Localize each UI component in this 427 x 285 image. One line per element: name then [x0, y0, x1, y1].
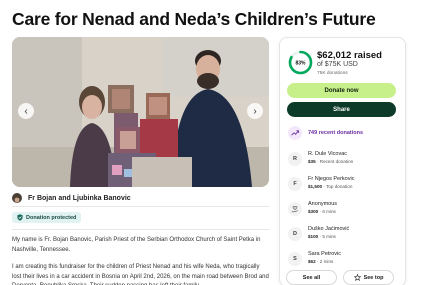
donation-item: D Duško Jaćimović $100 · 5 mins: [288, 223, 400, 247]
donor-name: Sara Petrovic: [308, 251, 342, 257]
donation-amount: $100: [308, 234, 319, 239]
donation-note: 2 mins: [319, 259, 334, 264]
donation-note: 6 mins: [322, 209, 336, 214]
divider: [12, 206, 269, 207]
donor-name: Fr Njegos Perkovic: [308, 176, 355, 182]
donation-item: R R. Dule Vicovac $35 · Recent donation: [288, 148, 400, 172]
hand-heart-icon: [288, 202, 302, 216]
donation-protected-badge[interactable]: Donation protected: [12, 212, 82, 223]
donor-name: Duško Jaćimović: [308, 226, 350, 232]
organizer-name[interactable]: Fr Bojan and Ljubinka Banovic: [28, 195, 131, 202]
story-paragraph-2: I am creating this fundraiser for the ch…: [12, 264, 269, 285]
donation-protected-label: Donation protected: [26, 214, 77, 221]
donation-amount: $1,500: [308, 184, 323, 189]
divider: [12, 229, 269, 230]
campaign-title: Care for Nenad and Neda’s Children’s Fut…: [12, 9, 376, 29]
progress-ring: 83%: [288, 50, 313, 75]
story-paragraph-1: My name is Fr. Bojan Banovic, Parish Pri…: [12, 237, 261, 253]
donation-amount: $300: [308, 209, 319, 214]
donation-amount: $35: [308, 159, 316, 164]
photo-prev-arrow-icon[interactable]: ‹: [18, 103, 34, 119]
donor-avatar: D: [288, 227, 302, 241]
organizer[interactable]: Fr Bojan and Ljubinka Banovic: [12, 193, 131, 203]
donor-avatar: S: [288, 252, 302, 266]
shield-icon: [17, 214, 23, 221]
donation-detail: $35 · Recent donation: [308, 159, 354, 164]
photo-next-arrow-icon[interactable]: ›: [247, 103, 263, 119]
donation-card: 83% $62,012 raised of $75K USD 75K donat…: [279, 37, 406, 285]
donation-amount: $62: [308, 259, 316, 264]
donor-avatar: R: [288, 152, 302, 166]
donation-item: S Sara Petrovic $62 · 2 mins: [288, 248, 400, 272]
see-all-button[interactable]: See all: [286, 270, 337, 285]
organizer-avatar: [12, 193, 22, 203]
recent-donations-summary: 749 recent donations: [288, 126, 363, 140]
donations-count: 75K donations: [317, 71, 348, 76]
trending-up-icon: [288, 126, 302, 140]
progress-percent: 83%: [295, 60, 306, 66]
donation-item: F Fr Njegos Perkovic $1,500 · Top donati…: [288, 173, 400, 197]
star-icon: [353, 274, 361, 281]
recent-donations-label: 749 recent donations: [308, 130, 364, 136]
family-photo-image: [12, 37, 269, 187]
see-top-label: See top: [363, 274, 384, 281]
donor-avatar: F: [288, 177, 302, 191]
goal-amount: of $75K USD: [317, 61, 358, 68]
donation-detail: $62 · 2 mins: [308, 259, 334, 264]
see-top-button[interactable]: See top: [343, 270, 394, 285]
campaign-photo[interactable]: ‹ ›: [12, 37, 269, 187]
donation-note: Top donation: [326, 184, 353, 189]
share-button[interactable]: Share: [287, 102, 396, 117]
donor-name: Anonymous: [308, 201, 338, 207]
donation-detail: $1,500 · Top donation: [308, 184, 353, 189]
donation-item: Anonymous $300 · 6 mins: [288, 198, 400, 222]
donation-detail: $300 · 6 mins: [308, 209, 336, 214]
donation-detail: $100 · 5 mins: [308, 234, 336, 239]
amount-raised: $62,012 raised: [317, 50, 382, 61]
donation-note: 5 mins: [322, 234, 336, 239]
donate-now-button[interactable]: Donate now: [287, 83, 396, 98]
donation-note: Recent donation: [319, 159, 354, 164]
donor-name: R. Dule Vicovac: [308, 151, 348, 157]
